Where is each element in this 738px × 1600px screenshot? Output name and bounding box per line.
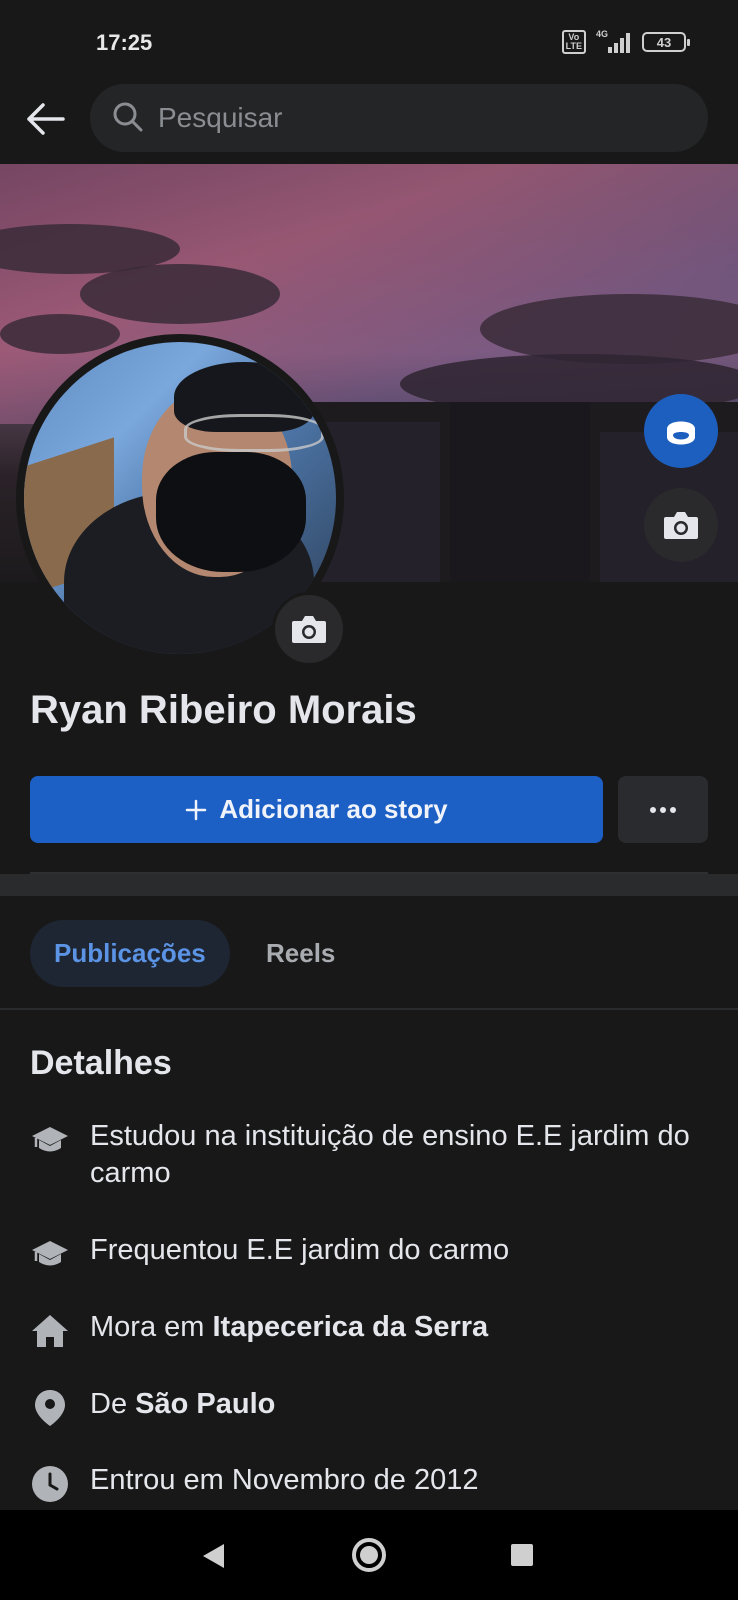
detail-text: Frequentou E.E jardim do carmo (90, 1234, 510, 1266)
system-nav-bar (0, 1510, 738, 1600)
section-divider (0, 874, 738, 896)
tab-reels[interactable]: Reels (244, 920, 357, 987)
signal-icon: 4G (596, 29, 632, 53)
avatar-camera-button[interactable] (272, 592, 346, 666)
hometown-link[interactable]: São Paulo (135, 1388, 275, 1420)
more-options-button[interactable] (618, 776, 708, 843)
camera-icon (292, 616, 326, 643)
status-time: 17:25 (96, 30, 153, 55)
search-icon (113, 102, 143, 132)
city-link[interactable]: Itapecerica da Serra (212, 1311, 488, 1343)
search-bar[interactable] (90, 84, 708, 152)
clock-icon (30, 1464, 70, 1504)
profile-tabs: Publicações Reels (0, 896, 738, 1010)
search-input[interactable] (158, 84, 678, 152)
nav-home-icon[interactable] (352, 1538, 386, 1572)
more-icon (650, 806, 676, 813)
battery-icon: 43 (642, 32, 690, 52)
tab-publicacoes[interactable]: Publicações (30, 920, 230, 987)
location-pin-icon (30, 1388, 70, 1428)
home-icon (30, 1311, 70, 1351)
detail-text: Entrou em Novembro de 2012 (90, 1464, 479, 1496)
detail-text: De São Paulo (90, 1388, 276, 1420)
details-heading: Detalhes (30, 1044, 172, 1082)
avatar-story-button[interactable] (644, 394, 718, 468)
arrow-left-icon (27, 103, 65, 135)
detail-item-attended: Frequentou E.E jardim do carmo (30, 1232, 710, 1274)
back-button[interactable] (20, 94, 70, 144)
detail-text: Mora em Itapecerica da Serra (90, 1311, 489, 1343)
nav-recents-icon[interactable] (511, 1544, 533, 1566)
status-bar: 17:25 Vo LTE 4G 43 (0, 0, 738, 82)
cover-camera-button[interactable] (644, 488, 718, 562)
avatar-face-icon (667, 421, 695, 445)
top-header (0, 82, 738, 164)
add-story-label: Adicionar ao story (219, 794, 448, 824)
add-story-button[interactable]: Adicionar ao story (30, 776, 603, 843)
education-icon (30, 1120, 70, 1160)
detail-text: Estudou na instituição de ensino E.E jar… (90, 1120, 690, 1189)
battery-level: 43 (656, 34, 672, 50)
plus-icon (186, 799, 207, 820)
detail-item-education: Estudou na instituição de ensino E.E jar… (30, 1118, 710, 1192)
camera-icon (664, 512, 698, 539)
nav-back-icon[interactable] (200, 1542, 226, 1570)
status-icons: Vo LTE 4G 43 (561, 29, 690, 54)
detail-item-from: De São Paulo (30, 1386, 710, 1428)
profile-name: Ryan Ribeiro Morais (30, 688, 417, 732)
network-type: 4G (596, 29, 609, 39)
detail-item-lives-in: Mora em Itapecerica da Serra (30, 1309, 710, 1351)
volte-icon: Vo LTE (561, 30, 586, 54)
detail-item-joined: Entrou em Novembro de 2012 (30, 1462, 710, 1504)
education-icon (30, 1234, 70, 1274)
